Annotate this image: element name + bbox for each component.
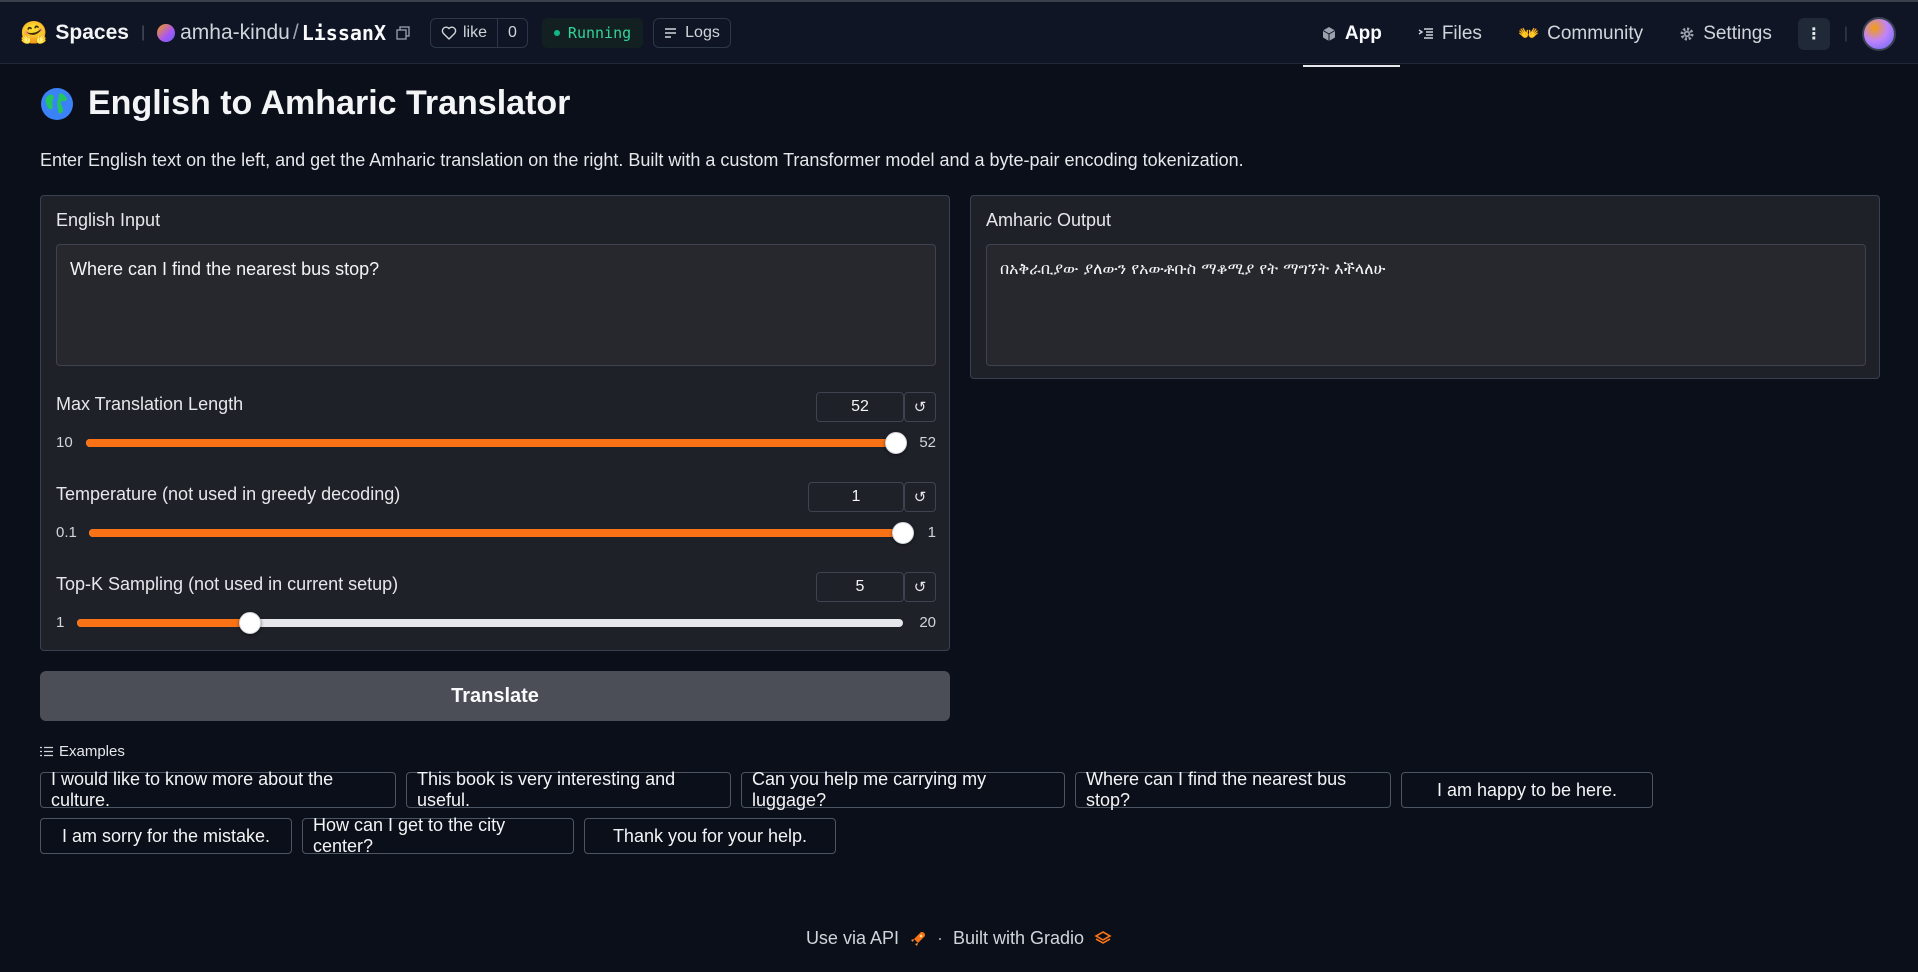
user-avatar[interactable] bbox=[1862, 17, 1896, 51]
page-title: English to Amharic Translator bbox=[88, 84, 571, 122]
like-label: like bbox=[463, 23, 488, 41]
path-separator: / bbox=[292, 20, 299, 44]
gradio-logo-icon bbox=[1094, 930, 1112, 944]
tab-settings-label: Settings bbox=[1703, 23, 1772, 44]
page-description: Enter English text on the left, and get … bbox=[40, 150, 1244, 170]
reset-icon: ↺ bbox=[913, 579, 927, 596]
temperature-min: 0.1 bbox=[56, 524, 77, 541]
max-length-number-input[interactable]: 52 bbox=[816, 392, 904, 422]
top-k-slider-block: Top-K Sampling (not used in current setu… bbox=[56, 572, 936, 644]
example-item[interactable]: How can I get to the city center? bbox=[302, 815, 574, 856]
status-label: Running bbox=[567, 23, 632, 42]
spaces-link[interactable]: Spaces bbox=[55, 21, 129, 45]
top-k-max: 20 bbox=[919, 614, 936, 631]
top-k-number-input[interactable]: 5 bbox=[816, 572, 904, 602]
copy-icon[interactable] bbox=[394, 24, 412, 42]
slider-fill bbox=[86, 439, 896, 447]
use-via-api-link[interactable]: Use via API bbox=[806, 928, 899, 949]
temperature-slider-block: Temperature (not used in greedy decoding… bbox=[56, 482, 936, 554]
top-k-slider[interactable] bbox=[77, 612, 903, 634]
english-input-textarea[interactable]: Where can I find the nearest bus stop? bbox=[56, 244, 936, 366]
slider-fill bbox=[89, 529, 903, 537]
example-item[interactable]: Where can I find the nearest bus stop? bbox=[1075, 769, 1391, 810]
top-k-reset-button[interactable]: ↺ bbox=[904, 572, 936, 602]
tab-app[interactable]: App bbox=[1302, 2, 1400, 67]
more-icon: ⋮ bbox=[1805, 26, 1822, 43]
top-k-label: Top-K Sampling (not used in current setu… bbox=[56, 574, 399, 594]
english-input-label: English Input bbox=[56, 210, 161, 230]
max-length-slider-block: Max Translation Length 52 ↺ 10 52 bbox=[56, 392, 936, 464]
tab-files[interactable]: Files bbox=[1400, 2, 1500, 66]
max-length-reset-button[interactable]: ↺ bbox=[904, 392, 936, 422]
examples-list: I would like to know more about the cult… bbox=[40, 769, 1680, 864]
more-options-button[interactable]: ⋮ bbox=[1797, 18, 1830, 50]
gear-icon bbox=[1680, 27, 1694, 41]
globe-icon bbox=[41, 87, 73, 120]
logs-label: Logs bbox=[685, 23, 720, 41]
temperature-number-input[interactable]: 1 bbox=[808, 482, 904, 512]
amharic-output-label: Amharic Output bbox=[986, 210, 1112, 230]
example-item[interactable]: Thank you for your help. bbox=[584, 818, 836, 854]
list-icon bbox=[40, 746, 53, 757]
tab-community[interactable]: 👐 Community bbox=[1500, 2, 1661, 66]
examples-row: I would like to know more about the cult… bbox=[40, 769, 1680, 810]
example-item[interactable]: This book is very interesting and useful… bbox=[406, 769, 731, 810]
temperature-max: 1 bbox=[927, 524, 936, 541]
temperature-label: Temperature (not used in greedy decoding… bbox=[56, 484, 401, 504]
slider-thumb[interactable] bbox=[892, 522, 914, 544]
logs-icon bbox=[665, 27, 677, 38]
hugging-face-logo-icon[interactable]: 🤗 bbox=[20, 21, 47, 44]
status-dot-icon bbox=[553, 29, 560, 36]
temperature-slider[interactable] bbox=[89, 522, 914, 544]
reset-icon: ↺ bbox=[913, 399, 927, 416]
temperature-reset-button[interactable]: ↺ bbox=[904, 482, 936, 512]
rocket-icon bbox=[910, 931, 925, 946]
example-item[interactable]: Can you help me carrying my luggage? bbox=[741, 769, 1065, 810]
max-length-label: Max Translation Length bbox=[56, 394, 244, 414]
slider-fill bbox=[77, 619, 251, 627]
top-k-min: 1 bbox=[56, 614, 65, 631]
divider: | bbox=[1843, 25, 1848, 42]
like-toggle[interactable]: like bbox=[431, 18, 499, 47]
heart-icon bbox=[441, 26, 457, 40]
max-length-min: 10 bbox=[56, 434, 73, 451]
like-button[interactable]: like 0 bbox=[430, 17, 528, 48]
like-count[interactable]: 0 bbox=[498, 24, 527, 42]
footer-separator: · bbox=[936, 928, 943, 948]
cube-icon bbox=[1322, 27, 1336, 41]
footer: Use via API · Built with Gradio bbox=[0, 928, 1918, 949]
files-icon bbox=[1418, 28, 1433, 39]
slider-thumb[interactable] bbox=[885, 432, 907, 454]
built-with-gradio-link[interactable]: Built with Gradio bbox=[953, 928, 1084, 949]
status-badge[interactable]: Running bbox=[541, 17, 644, 48]
examples-row: I am sorry for the mistake. How can I ge… bbox=[40, 815, 1680, 856]
title-row: English to Amharic Translator bbox=[40, 84, 570, 123]
tab-app-label: App bbox=[1344, 23, 1382, 44]
examples-label: Examples bbox=[59, 743, 125, 760]
slider-thumb[interactable] bbox=[239, 612, 262, 634]
translate-button[interactable]: Translate bbox=[40, 671, 950, 721]
max-length-slider[interactable] bbox=[86, 432, 907, 454]
top-bar-right: App Files 👐 Community Settings ⋮ | bbox=[1302, 2, 1918, 67]
logs-button[interactable]: Logs bbox=[653, 17, 731, 48]
owner-link[interactable]: amha-kindu bbox=[180, 21, 290, 45]
example-item[interactable]: I would like to know more about the cult… bbox=[40, 769, 396, 810]
input-panel: English Input Where can I find the neare… bbox=[40, 195, 950, 651]
top-bar-left: 🤗 Spaces | amha-kindu / LissanX like 0 R… bbox=[0, 2, 731, 63]
examples-header: Examples bbox=[40, 743, 125, 760]
tab-files-label: Files bbox=[1441, 23, 1482, 44]
output-panel: Amharic Output በአቅራቢያው ያለውን የአውቶቡስ ማቆሚያ … bbox=[970, 195, 1880, 379]
amharic-output-textarea[interactable]: በአቅራቢያው ያለውን የአውቶቡስ ማቆሚያ የት ማግኘት እችላለሁ bbox=[986, 244, 1866, 366]
community-icon: 👐 bbox=[1517, 24, 1540, 43]
space-avatar bbox=[157, 23, 176, 42]
tab-settings[interactable]: Settings bbox=[1661, 2, 1790, 66]
example-item[interactable]: I am sorry for the mistake. bbox=[40, 818, 292, 854]
max-length-max: 52 bbox=[919, 434, 936, 451]
reset-icon: ↺ bbox=[913, 489, 927, 506]
top-bar: 🤗 Spaces | amha-kindu / LissanX like 0 R… bbox=[0, 0, 1918, 67]
example-item[interactable]: I am happy to be here. bbox=[1401, 772, 1653, 808]
repo-link[interactable]: LissanX bbox=[302, 21, 386, 45]
tab-community-label: Community bbox=[1547, 23, 1644, 44]
divider: | bbox=[140, 23, 146, 41]
